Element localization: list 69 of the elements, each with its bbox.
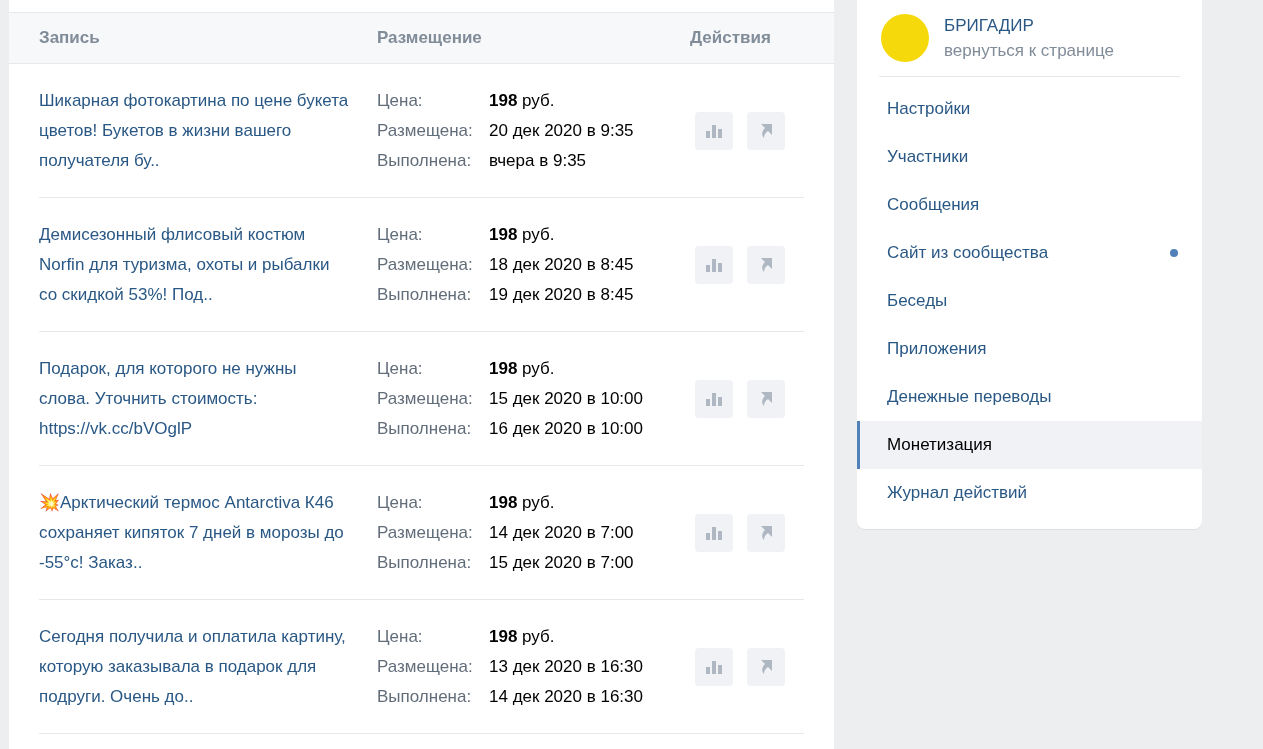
placed-date: 18 дек 2020 в 8:45 (489, 253, 635, 276)
avatar (881, 14, 929, 62)
done-date: 16 дек 2020 в 10:00 (489, 417, 644, 440)
price-label: Цена: (377, 223, 424, 246)
placed-label: Размещена: (377, 119, 474, 142)
done-date: 14 дек 2020 в 16:30 (489, 685, 644, 708)
bar-chart-icon (705, 659, 723, 674)
post-link[interactable]: Шикарная фотокартина по цене букета цветов! Букетов в жизни вашего получателя бу.. (39, 85, 377, 176)
menu-item[interactable]: Участники (857, 133, 1202, 181)
menu-item[interactable]: Приложения (857, 325, 1202, 373)
done-label: Выполнена: (377, 283, 473, 306)
stats-button[interactable] (695, 647, 733, 686)
menu-item[interactable]: Сайт из сообщества (857, 229, 1202, 277)
menu-item[interactable]: Беседы (857, 277, 1202, 325)
share-button[interactable] (747, 111, 785, 150)
post-link[interactable]: Сегодня получила и оплатила картину, которую заказывала в подарок для подруги. Очень до.. (39, 621, 377, 712)
menu-item[interactable]: Денежные переводы (857, 373, 1202, 421)
done-label: Выполнена: (377, 685, 473, 708)
bar-chart-icon (705, 257, 723, 272)
placed-label: Размещена: (377, 387, 474, 410)
post-link[interactable]: 💥Арктический термос Antarctiva К46 сохраняет кипяток 7 дней в морозы до -55°с! Заказ.. (39, 487, 377, 578)
menu-item[interactable]: Сообщения (857, 181, 1202, 229)
share-button[interactable] (747, 513, 785, 552)
menu-item[interactable]: Монетизация (857, 421, 1202, 469)
price-value: 198 руб. (489, 223, 556, 246)
post-link[interactable]: Демисезонный флисовый костюм Norfin для туризма, охоты и рыбалки со скидкой 53%! Под.. (39, 219, 377, 310)
price-value: 198 руб. (489, 89, 556, 112)
stats-button[interactable] (695, 513, 733, 552)
placed-label: Размещена: (377, 253, 474, 276)
price-label: Цена: (377, 491, 424, 514)
menu-item[interactable]: Журнал действий (857, 469, 1202, 517)
done-label: Выполнена: (377, 149, 473, 172)
bar-chart-icon (705, 525, 723, 540)
done-date: вчера в 9:35 (489, 149, 588, 172)
done-label: Выполнена: (377, 551, 473, 574)
placed-date: 14 дек 2020 в 7:00 (489, 521, 635, 544)
done-date: 19 дек 2020 в 8:45 (489, 283, 635, 306)
arrow-icon (759, 390, 773, 407)
arrow-icon (759, 122, 773, 139)
placed-date: 20 дек 2020 в 9:35 (489, 119, 635, 142)
share-button[interactable] (747, 647, 785, 686)
price-value: 198 руб. (489, 625, 556, 648)
share-button[interactable] (747, 379, 785, 418)
post-link[interactable]: Подарок, для которого не нужны слова. Уточнить стоимость: https://vk.cc/bVOglP (39, 353, 377, 444)
placed-label: Размещена: (377, 521, 474, 544)
arrow-icon (759, 658, 773, 675)
column-header: Размещение (377, 27, 483, 50)
placed-date: 13 дек 2020 в 16:30 (489, 655, 644, 678)
bar-chart-icon (705, 391, 723, 406)
stats-button[interactable] (695, 379, 733, 418)
price-label: Цена: (377, 357, 424, 380)
community-name[interactable]: БРИГАДИР (944, 13, 1114, 38)
column-header: Действия (690, 27, 771, 50)
done-label: Выполнена: (377, 417, 473, 440)
price-label: Цена: (377, 625, 424, 648)
column-header: Запись (39, 27, 101, 50)
done-date: 15 дек 2020 в 7:00 (489, 551, 635, 574)
arrow-icon (759, 256, 773, 273)
share-button[interactable] (747, 245, 785, 284)
arrow-icon (759, 524, 773, 541)
menu-item[interactable]: Настройки (857, 85, 1202, 133)
price-label: Цена: (377, 89, 424, 112)
placed-date: 15 дек 2020 в 10:00 (489, 387, 644, 410)
price-value: 198 руб. (489, 357, 556, 380)
price-value: 198 руб. (489, 491, 556, 514)
stats-button[interactable] (695, 245, 733, 284)
stats-button[interactable] (695, 111, 733, 150)
placed-label: Размещена: (377, 655, 474, 678)
bar-chart-icon (705, 123, 723, 138)
